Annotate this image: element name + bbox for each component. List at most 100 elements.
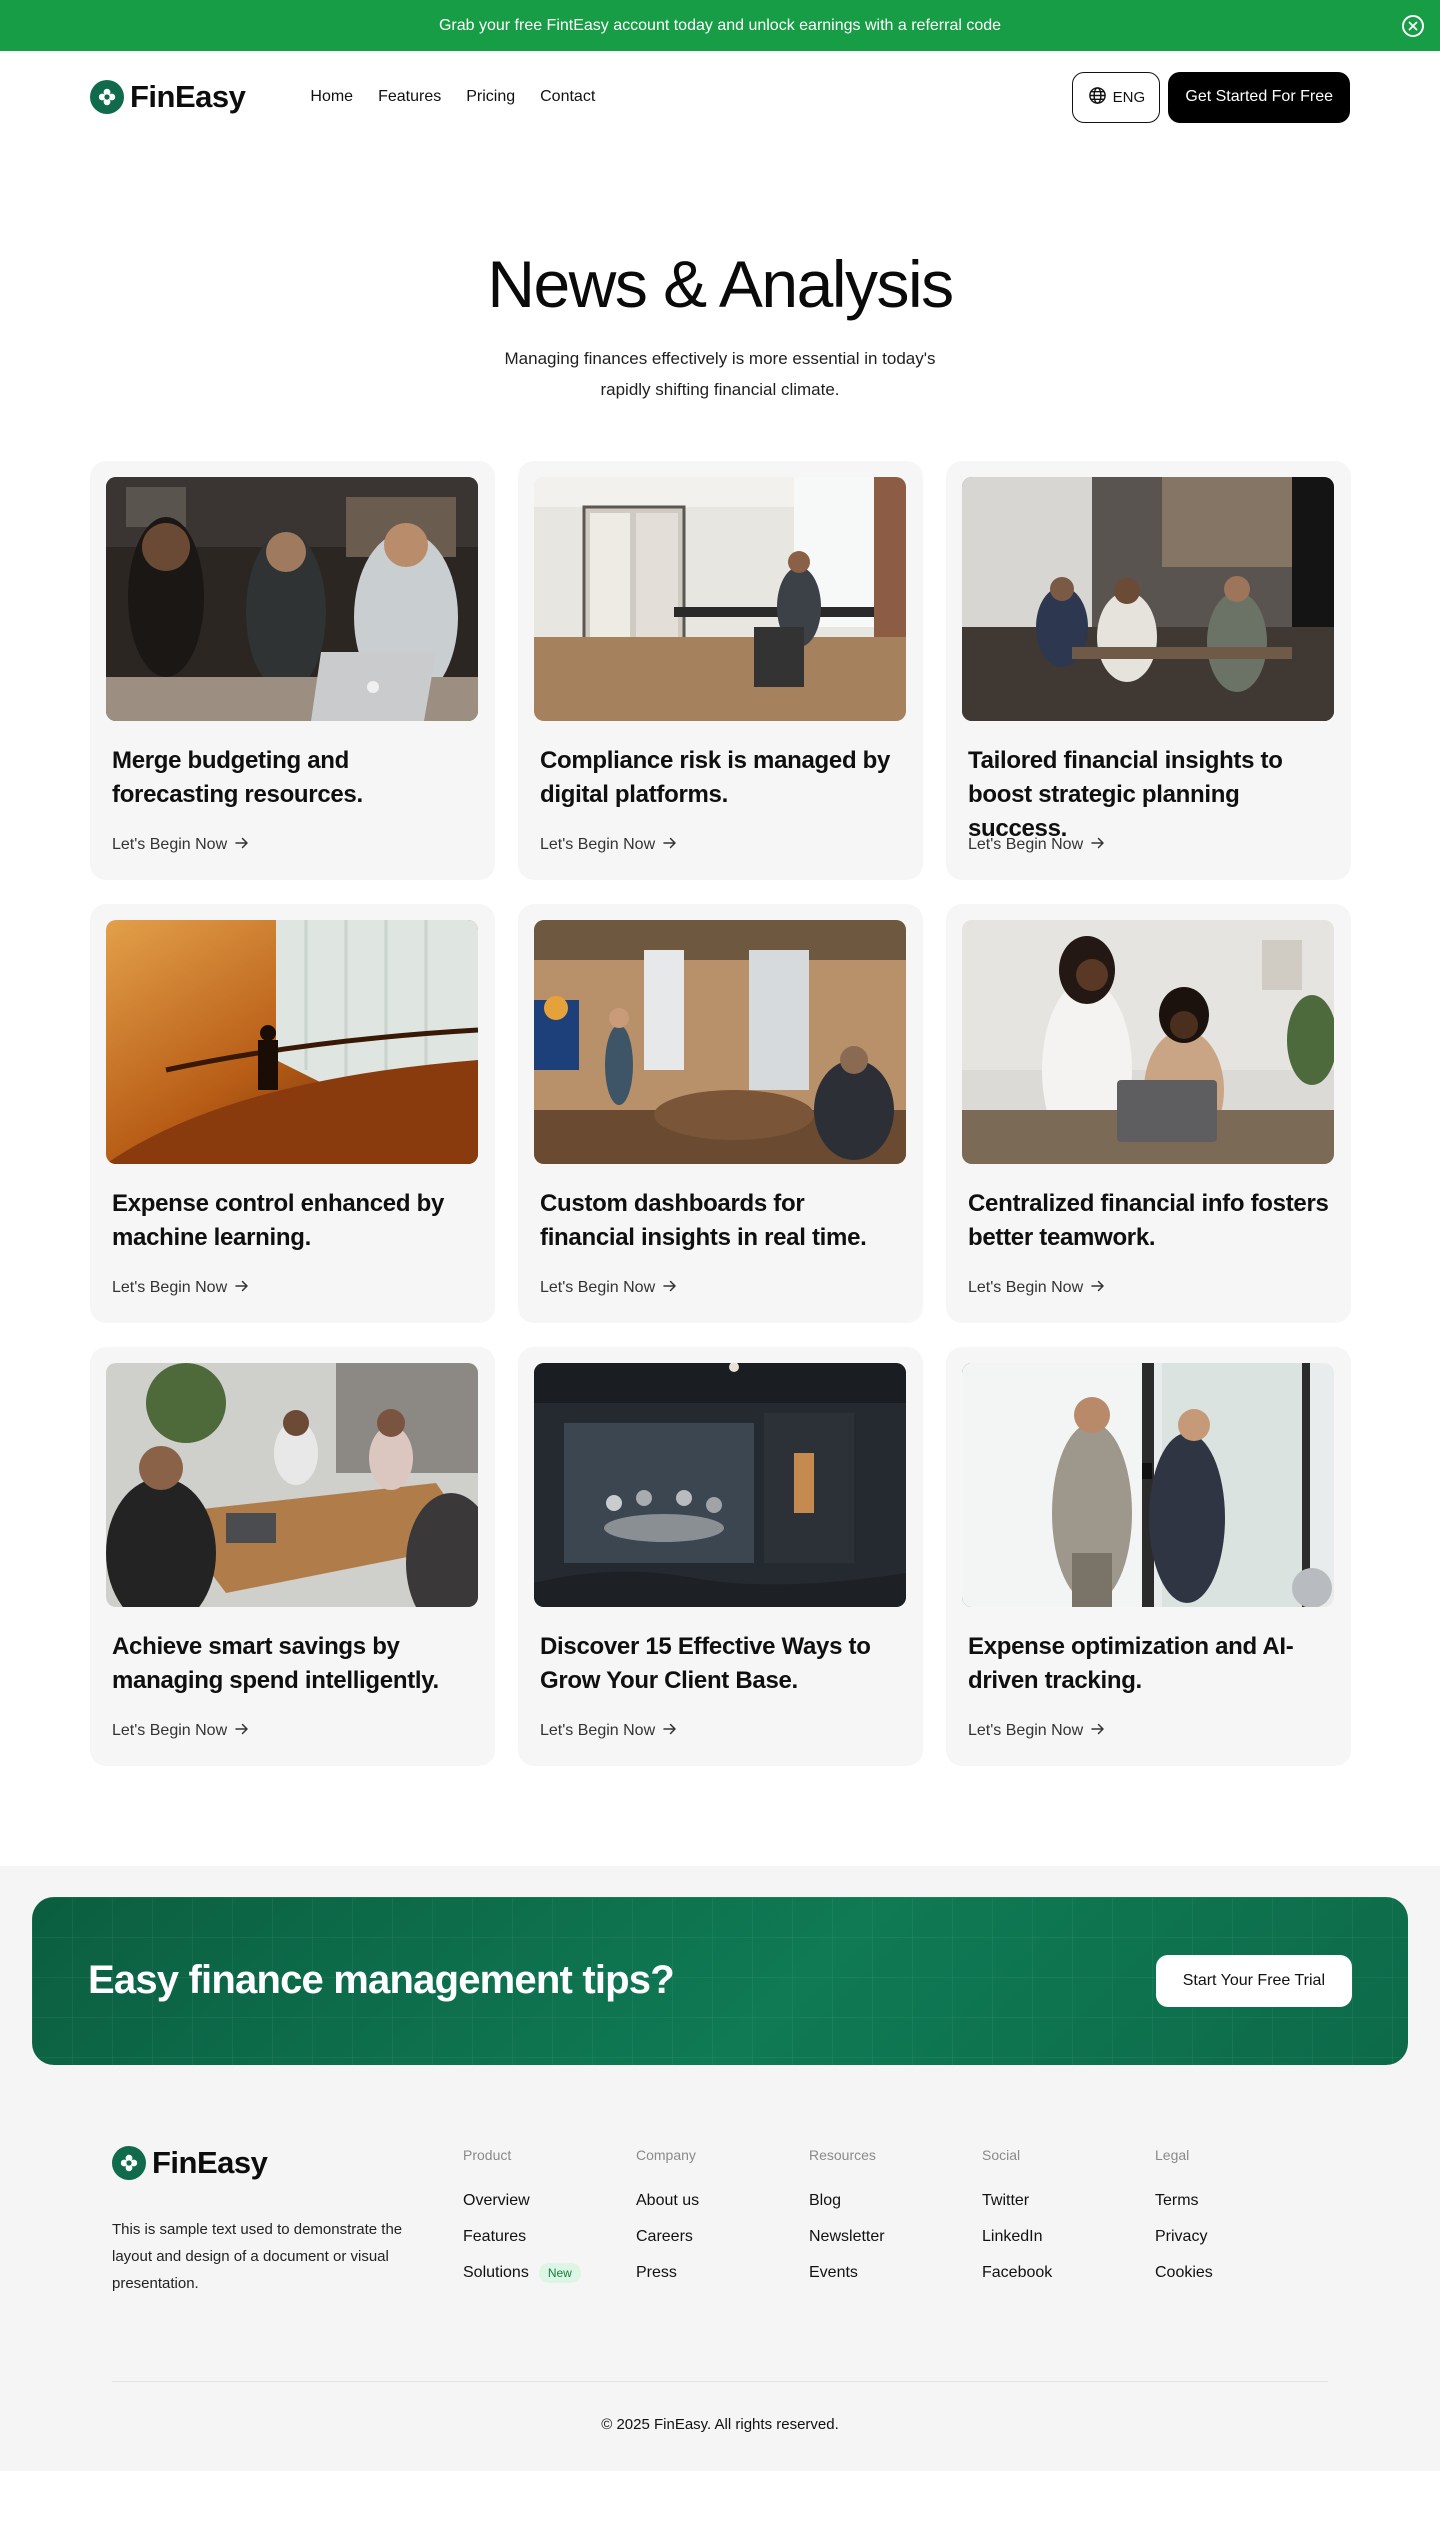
footer-link-label: Privacy [1155,2227,1208,2245]
footer-link-cookies[interactable]: Cookies [1155,2255,1328,2291]
card-link[interactable]: Let's Begin Now [540,836,901,854]
footer-col-product: Product Overview Features Solutions New [463,2145,636,2297]
footer-link-twitter[interactable]: Twitter [982,2183,1155,2219]
card-image-two-women-laptop [962,919,1334,1164]
card-link[interactable]: Let's Begin Now [540,1722,901,1740]
logo-icon [112,2145,146,2180]
footer-link-label: Newsletter [809,2227,885,2245]
footer-link-label: Features [463,2227,527,2245]
footer-link-blog[interactable]: Blog [809,2183,982,2219]
card-title[interactable]: Custom dashboards for financial insights… [540,1187,901,1255]
card-title[interactable]: Centralized financial info fosters bette… [968,1187,1329,1255]
card-image-two-men-phone [962,1362,1334,1607]
footer-col-company: Company About us Careers Press [636,2145,809,2297]
card-image-dark-office [534,1362,906,1607]
arrow-right-icon [663,1722,677,1740]
nav-link-pricing[interactable]: Pricing [466,88,515,106]
card-title[interactable]: Discover 15 Effective Ways to Grow Your … [540,1630,901,1698]
arrow-right-icon [663,836,677,854]
footer-link-label: Blog [809,2191,842,2209]
footer-col-social: Social Twitter LinkedIn Facebook [982,2145,1155,2297]
footer-logo[interactable]: FinEasy [112,2145,463,2181]
footer-link-newsletter[interactable]: Newsletter [809,2219,982,2255]
footer-link-label: Solutions [463,2263,529,2281]
nav-links: Home Features Pricing Contact [310,88,595,106]
footer-link-label: Overview [463,2191,530,2209]
nav-link-contact[interactable]: Contact [540,88,595,106]
card-image-presentation [534,919,906,1164]
footer-link-about[interactable]: About us [636,2183,809,2219]
footer-link-facebook[interactable]: Facebook [982,2255,1155,2291]
page-subtitle: Managing finances effectively is more es… [504,348,936,399]
news-card[interactable]: Tailored financial insights to boost str… [946,460,1351,880]
footer-col-title: Product [463,2146,512,2163]
card-title[interactable]: Compliance risk is managed by digital pl… [540,744,901,812]
footer-col-title: Company [636,2146,696,2163]
footer-link-careers[interactable]: Careers [636,2219,809,2255]
news-card[interactable]: Centralized financial info fosters bette… [946,903,1351,1323]
language-button[interactable]: ENG [1072,71,1161,123]
arrow-right-icon [1091,836,1105,854]
get-started-button[interactable]: Get Started For Free [1168,71,1350,123]
arrow-right-icon [1091,1279,1105,1297]
close-icon[interactable] [1402,14,1424,37]
nav-actions: ENG Get Started For Free [1072,71,1350,123]
footer-link-features[interactable]: Features [463,2219,636,2255]
navbar: FinEasy Home Features Pricing Contact EN… [0,51,1440,143]
card-link[interactable]: Let's Begin Now [968,1279,1329,1297]
card-title[interactable]: Expense control enhanced by machine lear… [112,1187,473,1255]
cta-heading: Easy finance management tips? [88,1958,675,2003]
hero-section: News & Analysis Managing finances effect… [0,143,1440,405]
footer-link-events[interactable]: Events [809,2255,982,2291]
arrow-right-icon [235,836,249,854]
card-image-boardroom [106,1362,478,1607]
news-card[interactable]: Expense control enhanced by machine lear… [90,903,495,1323]
news-card[interactable]: Discover 15 Effective Ways to Grow Your … [518,1346,923,1766]
new-badge: New [538,2262,581,2283]
nav-link-home[interactable]: Home [310,88,353,106]
logo[interactable]: FinEasy [90,79,246,115]
card-link[interactable]: Let's Begin Now [112,836,473,854]
news-card[interactable]: Achieve smart savings by managing spend … [90,1346,495,1766]
footer-link-solutions[interactable]: Solutions New [463,2255,636,2291]
card-link[interactable]: Let's Begin Now [540,1279,901,1297]
card-title[interactable]: Tailored financial insights to boost str… [968,744,1329,842]
card-link-label: Let's Begin Now [112,1278,228,1296]
news-card[interactable]: Compliance risk is managed by digital pl… [518,460,923,880]
footer-link-label: Facebook [982,2263,1053,2281]
promo-banner-text: Grab your free FintEasy account today an… [438,16,1002,34]
footer-col-resources: Resources Blog Newsletter Events [809,2145,982,2297]
footer-col-title: Legal [1155,2146,1190,2163]
card-link[interactable]: Let's Begin Now [968,836,1329,854]
card-link-label: Let's Begin Now [112,1721,228,1739]
card-title[interactable]: Expense optimization and AI-driven track… [968,1630,1329,1698]
footer-brand: FinEasy This is sample text used to demo… [112,2145,463,2297]
news-card[interactable]: Custom dashboards for financial insights… [518,903,923,1323]
card-link[interactable]: Let's Begin Now [968,1722,1329,1740]
nav-link-features[interactable]: Features [378,88,441,106]
news-card[interactable]: Merge budgeting and forecasting resource… [90,460,495,880]
card-title[interactable]: Achieve smart savings by managing spend … [112,1630,473,1698]
footer-link-label: Terms [1155,2191,1199,2209]
page-title: News & Analysis [487,247,954,321]
arrow-right-icon [1091,1722,1105,1740]
card-image-team-laptop [106,476,478,721]
footer-link-overview[interactable]: Overview [463,2183,636,2219]
card-link-label: Let's Begin Now [540,835,656,853]
start-free-trial-button[interactable]: Start Your Free Trial [1155,1954,1352,2007]
card-title[interactable]: Merge budgeting and forecasting resource… [112,744,473,812]
footer-link-linkedin[interactable]: LinkedIn [982,2219,1155,2255]
footer-link-privacy[interactable]: Privacy [1155,2219,1328,2255]
news-card[interactable]: Expense optimization and AI-driven track… [946,1346,1351,1766]
footer-col-title: Social [982,2146,1021,2163]
globe-icon [1088,86,1107,109]
card-link[interactable]: Let's Begin Now [112,1722,473,1740]
card-link[interactable]: Let's Begin Now [112,1279,473,1297]
footer-link-label: LinkedIn [982,2227,1043,2245]
logo-icon [90,80,124,114]
arrow-right-icon [663,1279,677,1297]
logo-text: FinEasy [130,79,246,114]
card-link-label: Let's Begin Now [968,1721,1084,1739]
footer-link-terms[interactable]: Terms [1155,2183,1328,2219]
footer-link-press[interactable]: Press [636,2255,809,2291]
